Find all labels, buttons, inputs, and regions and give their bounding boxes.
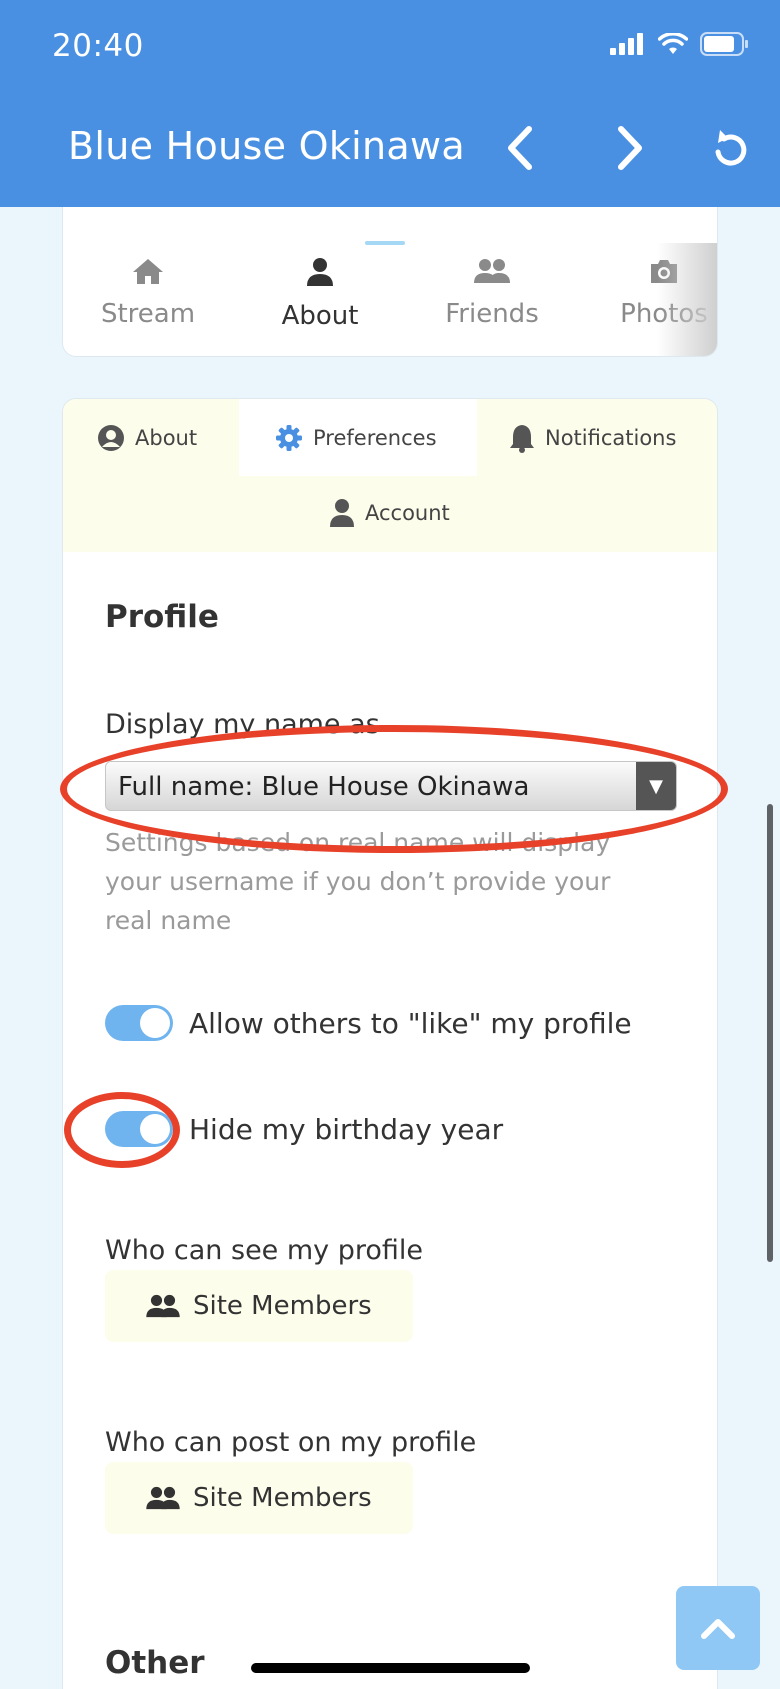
status-time: 20:40 xyxy=(52,28,144,64)
subtab-preferences-label: Preferences xyxy=(313,425,437,450)
home-indicator xyxy=(251,1663,530,1673)
tabs-scroll-fade xyxy=(657,243,717,356)
toggle-knob xyxy=(140,1008,170,1038)
tab-about[interactable]: About xyxy=(235,257,405,331)
users-icon xyxy=(146,1486,180,1510)
tab-stream-label: Stream xyxy=(100,299,196,329)
home-icon xyxy=(133,259,163,284)
who-can-see-value: Site Members xyxy=(193,1291,372,1321)
settings-card: About Preferences Notifications Account … xyxy=(62,398,718,1689)
refresh-icon xyxy=(715,130,747,166)
like-profile-row: Allow others to "like" my profile xyxy=(105,1005,632,1041)
subtab-preferences[interactable]: Preferences xyxy=(239,399,477,476)
settings-subtabs: About Preferences Notifications Account xyxy=(63,399,717,552)
who-can-post-button[interactable]: Site Members xyxy=(105,1462,413,1534)
display-name-value: Full name: Blue House Okinawa xyxy=(118,772,530,802)
display-name-label: Display my name as xyxy=(105,709,380,740)
user-icon xyxy=(307,258,333,286)
subtab-notifications-label: Notifications xyxy=(545,426,677,450)
like-profile-label: Allow others to "like" my profile xyxy=(189,1006,632,1040)
tab-friends[interactable]: Friends xyxy=(407,257,577,329)
profile-tabs: Stream About Friends Photos xyxy=(62,207,718,357)
scroll-to-top-button[interactable] xyxy=(676,1586,760,1670)
who-can-see-button[interactable]: Site Members xyxy=(105,1270,413,1342)
signal-icon xyxy=(610,33,643,55)
status-icons xyxy=(610,32,750,56)
chevron-up-icon xyxy=(701,1619,735,1639)
scrollbar[interactable] xyxy=(767,804,773,1262)
wifi-icon xyxy=(658,33,688,54)
forward-button[interactable] xyxy=(604,120,656,176)
gear-icon xyxy=(276,424,302,451)
chevron-right-icon xyxy=(618,126,642,170)
tab-friends-label: Friends xyxy=(445,299,539,329)
back-button[interactable] xyxy=(494,120,546,176)
hide-birthday-toggle[interactable] xyxy=(105,1111,173,1147)
user-icon xyxy=(330,499,354,527)
dropdown-arrow-icon: ▼ xyxy=(636,762,676,810)
toggle-knob xyxy=(140,1114,170,1144)
hide-birthday-row: Hide my birthday year xyxy=(105,1111,503,1147)
subtab-about[interactable]: About xyxy=(97,421,197,455)
display-name-select[interactable]: Full name: Blue House Okinawa ▼ xyxy=(105,761,677,811)
page-title: Blue House Okinawa xyxy=(68,124,465,168)
who-can-post-value: Site Members xyxy=(193,1483,372,1513)
subtab-account[interactable]: Account xyxy=(329,496,450,530)
subtab-about-label: About xyxy=(135,426,198,450)
bell-icon xyxy=(510,425,534,453)
chevron-left-icon xyxy=(508,126,532,170)
who-can-see-label: Who can see my profile xyxy=(105,1235,424,1266)
app-header: 20:40 Blue House Okinawa xyxy=(0,0,780,207)
users-icon xyxy=(474,259,510,283)
other-section-title: Other xyxy=(105,1645,205,1681)
active-tab-indicator xyxy=(365,241,405,245)
tab-stream[interactable]: Stream xyxy=(63,257,233,329)
tab-about-label: About xyxy=(281,301,359,331)
battery-icon xyxy=(700,32,748,56)
subtab-account-label: Account xyxy=(365,501,450,525)
who-can-post-label: Who can post on my profile xyxy=(105,1427,477,1458)
users-icon xyxy=(146,1294,180,1318)
display-name-help: Settings based on real name will display… xyxy=(105,828,611,935)
subtab-notifications[interactable]: Notifications xyxy=(509,421,676,455)
user-circle-icon xyxy=(98,425,124,451)
profile-section-title: Profile xyxy=(105,599,219,635)
hide-birthday-label: Hide my birthday year xyxy=(189,1112,504,1146)
like-profile-toggle[interactable] xyxy=(105,1005,173,1041)
refresh-button[interactable] xyxy=(704,120,756,176)
